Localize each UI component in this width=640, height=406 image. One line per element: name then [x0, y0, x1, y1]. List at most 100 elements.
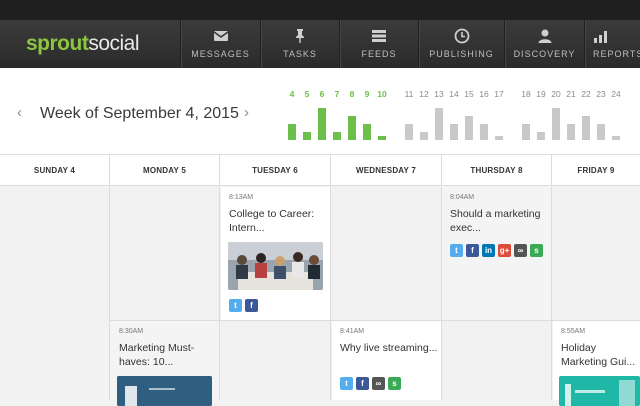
chart-day-label: 17	[494, 89, 504, 99]
brand-part-1: sprout	[26, 32, 89, 55]
post-image	[559, 376, 640, 406]
linkedin-icon: in	[482, 244, 495, 257]
day-header-tuesday: TUESDAY 6	[220, 155, 331, 186]
nav-reports-label: REPORTS	[593, 49, 640, 59]
day-header-thursday: THURSDAY 8	[442, 155, 552, 186]
post-time: 8:30AM	[119, 328, 144, 335]
chart-bar	[522, 124, 530, 140]
chart-bar	[348, 116, 356, 140]
post-card-thursday[interactable]: 8:04AM Should a marketing exec... t f in…	[442, 187, 551, 320]
chart-bar	[303, 132, 311, 140]
chart-bar	[597, 124, 605, 140]
column-sunday	[0, 187, 110, 400]
chart-day-label: 10	[377, 89, 387, 99]
day-header-friday: FRIDAY 9	[577, 166, 615, 175]
chart-day-label: 6	[320, 89, 325, 99]
facebook-icon: f	[356, 377, 369, 390]
nav-discovery-label: DISCOVERY	[513, 49, 576, 59]
twitter-icon: t	[229, 299, 242, 312]
chart-day-label: 4	[290, 89, 295, 99]
chart-day-label: 15	[464, 89, 474, 99]
chart-day-label: 21	[566, 89, 576, 99]
post-card-monday[interactable]: 8:30AM Marketing Must-haves: 10...	[111, 321, 219, 406]
sprout-icon: s	[388, 377, 401, 390]
chart-day-label: 18	[521, 89, 531, 99]
nav-feeds[interactable]: FEEDS	[339, 20, 418, 68]
envelope-icon	[213, 31, 228, 41]
chart-bar	[567, 124, 575, 140]
chart-day-label: 7	[335, 89, 340, 99]
post-card-friday[interactable]: 8:55AM Holiday Marketing Gui...	[553, 321, 640, 406]
chart-day-label: 13	[434, 89, 444, 99]
next-week-button[interactable]: ›	[244, 104, 249, 121]
chart-day-label: 12	[419, 89, 429, 99]
chart-bar	[420, 132, 428, 140]
nav-tasks[interactable]: TASKS	[260, 20, 339, 68]
brand-part-2: social	[88, 32, 140, 55]
chart-day-label: 19	[536, 89, 546, 99]
post-time: 8:41AM	[340, 328, 365, 335]
chart-bar	[612, 136, 620, 140]
chart-day-label: 22	[581, 89, 591, 99]
chart-bar	[537, 132, 545, 140]
day-header-wednesday: WEDNESDAY 7	[331, 155, 442, 186]
main-nav: sprout social MESSAGES TASKS FEEDS PUBLIS…	[0, 20, 640, 68]
nav-discovery[interactable]: DISCOVERY	[504, 20, 584, 68]
day-header-monday: MONDAY 5	[110, 155, 220, 186]
chart-bar	[288, 124, 296, 140]
bar-chart-icon	[594, 31, 607, 43]
prev-week-button[interactable]: ‹	[17, 104, 22, 121]
chart-day-label: 8	[350, 89, 355, 99]
nav-messages-label: MESSAGES	[191, 49, 250, 59]
chart-day-label: 24	[611, 89, 621, 99]
post-time: 8:55AM	[561, 328, 586, 335]
daily-post-chart: 4 5 6 7 8 9 10 11 12 13 14 15 16 17 18 19 20 21 22 23 24	[288, 89, 621, 140]
post-title: Why live streaming...	[340, 342, 438, 354]
facebook-icon: f	[245, 299, 258, 312]
calendar-header: ‹ Week of September 4, 2015 › 4 5 6 7 8 9 10 11…	[0, 68, 640, 155]
chart-day-label: 11	[405, 89, 414, 99]
week-title: Week of September 4, 2015	[40, 105, 239, 122]
chart-day-label: 23	[596, 89, 606, 99]
brand-logo[interactable]: sprout social	[0, 20, 180, 68]
nav-tasks-label: TASKS	[283, 49, 317, 59]
chart-bar	[378, 136, 386, 140]
post-networks: t f	[229, 299, 258, 312]
chart-bar	[495, 136, 503, 140]
post-card-wednesday[interactable]: 8:41AM Why live streaming... t f ∞ s	[332, 321, 441, 400]
chart-bar	[333, 132, 341, 140]
nav-feeds-label: FEEDS	[361, 49, 397, 59]
post-image	[228, 242, 323, 290]
post-title: Marketing Must-haves: 10...	[119, 342, 195, 368]
link-icon: ∞	[514, 244, 527, 257]
calendar-grid: 8:13AM College to Career: Intern... t f …	[0, 187, 640, 406]
twitter-icon: t	[450, 244, 463, 257]
post-networks: t f in g+ ∞ s	[450, 244, 543, 257]
link-icon: ∞	[372, 377, 385, 390]
chart-bar	[450, 124, 458, 140]
nav-messages[interactable]: MESSAGES	[180, 20, 260, 68]
nav-publishing[interactable]: PUBLISHING	[418, 20, 504, 68]
chart-day-label: 20	[551, 89, 561, 99]
chart-bar	[435, 108, 443, 140]
nav-reports[interactable]: REPORTS	[584, 20, 640, 68]
chart-bar	[405, 124, 413, 140]
chart-bar	[363, 124, 371, 140]
chart-day-label: 16	[479, 89, 489, 99]
post-title: Holiday Marketing Gui...	[561, 342, 636, 368]
chart-bar	[318, 108, 326, 140]
post-card-tuesday[interactable]: 8:13AM College to Career: Intern... t f	[221, 187, 330, 320]
chart-day-label: 9	[365, 89, 370, 99]
nav-publishing-label: PUBLISHING	[429, 49, 494, 59]
user-icon	[538, 29, 551, 43]
post-time: 8:13AM	[229, 194, 254, 201]
post-time: 8:04AM	[450, 194, 475, 201]
googleplus-icon: g+	[498, 244, 511, 257]
chart-bar	[465, 116, 473, 140]
pin-icon	[296, 29, 304, 43]
post-networks: t f ∞ s	[340, 377, 401, 390]
chart-bar	[582, 116, 590, 140]
list-icon	[372, 30, 386, 42]
day-header-row: SUNDAY 4 MONDAY 5 TUESDAY 6 WEDNESDAY 7 …	[0, 155, 640, 186]
chart-bar	[552, 108, 560, 140]
